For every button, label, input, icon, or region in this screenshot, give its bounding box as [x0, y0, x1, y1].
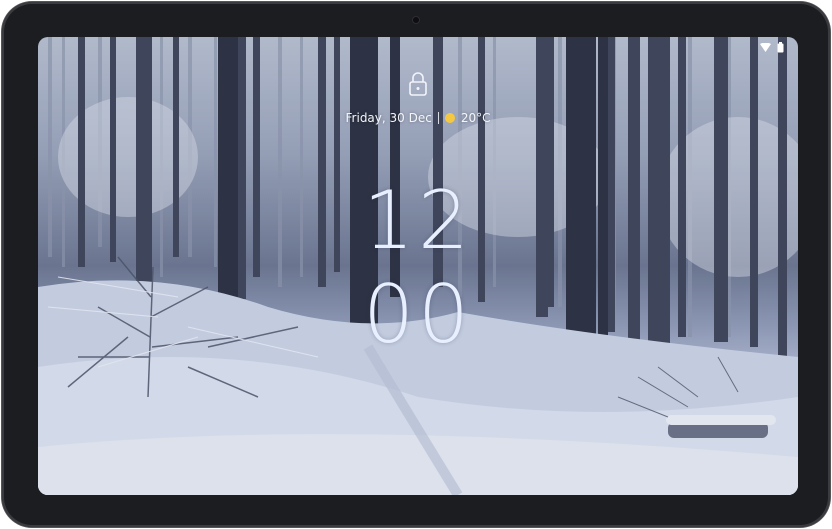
- front-camera: [413, 17, 419, 23]
- status-bar: [760, 42, 784, 53]
- lock-icon[interactable]: [408, 71, 428, 97]
- date-weather-line: Friday, 30 Dec 20°C: [38, 111, 798, 125]
- sun-icon: [444, 113, 455, 123]
- tablet-device: Friday, 30 Dec 20°C 12 00: [2, 2, 830, 527]
- clock-minutes: 00: [363, 268, 473, 361]
- battery-icon: [777, 42, 784, 53]
- clock-hours: 12: [363, 174, 473, 267]
- date-label: Friday, 30 Dec: [345, 111, 432, 125]
- lock-screen[interactable]: Friday, 30 Dec 20°C 12 00: [38, 37, 798, 495]
- wifi-icon: [760, 43, 771, 52]
- divider: [437, 112, 439, 124]
- temperature-label: 20°C: [460, 111, 491, 125]
